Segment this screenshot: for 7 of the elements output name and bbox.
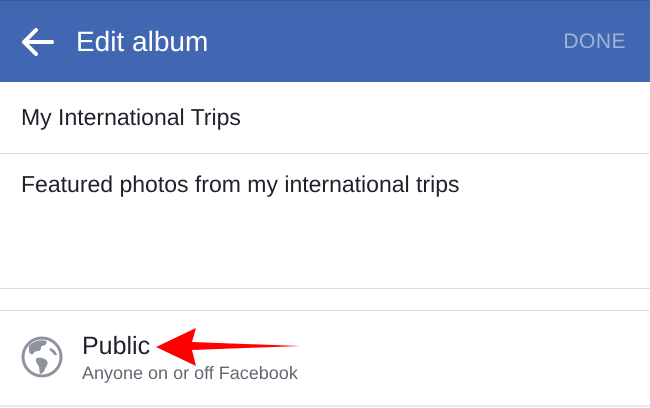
screen-title: Edit album <box>76 26 210 58</box>
back-button[interactable] <box>20 26 54 56</box>
album-name-field[interactable]: My International Trips <box>0 82 650 154</box>
album-description-field[interactable]: Featured photos from my international trips <box>0 154 650 289</box>
globe-icon <box>20 335 64 379</box>
privacy-label: Public <box>82 331 150 361</box>
privacy-description: Anyone on or off Facebook <box>82 362 298 385</box>
